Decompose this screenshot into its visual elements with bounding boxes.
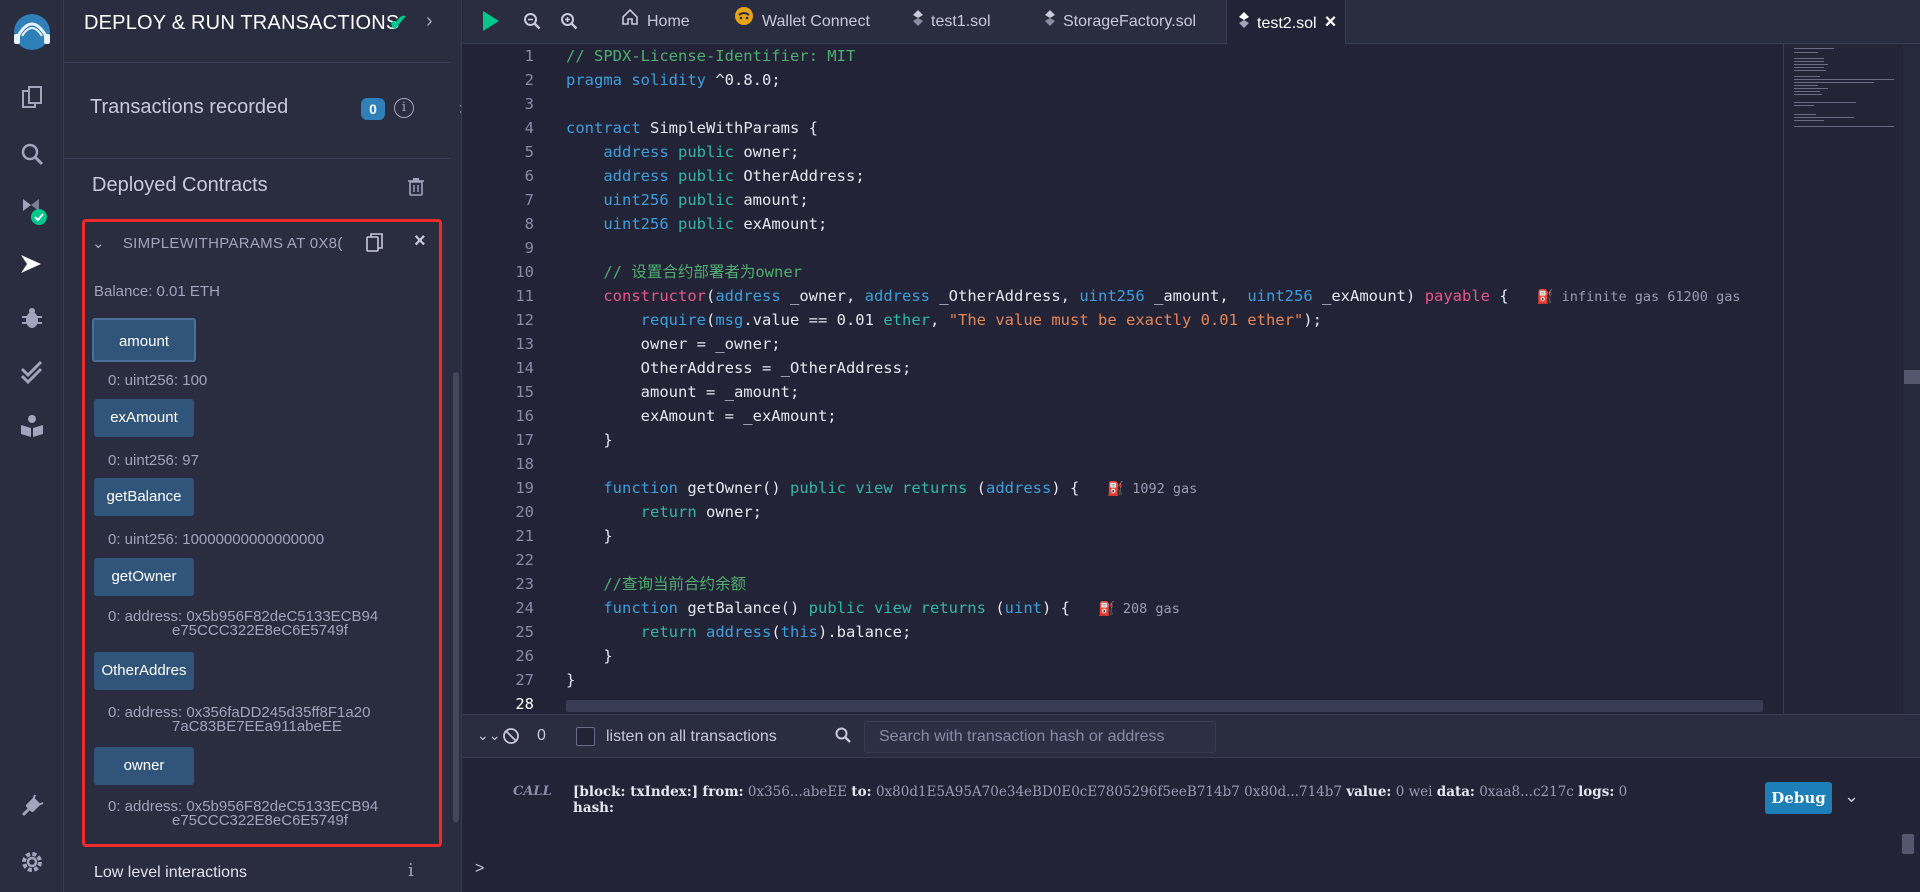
transactions-count-badge: 0 [361, 98, 385, 120]
solidity-icon [1045, 0, 1055, 44]
chevron-right-icon[interactable]: › [426, 10, 433, 33]
gas-estimate: ⛽ 208 gas [1097, 601, 1180, 617]
file-explorer-icon[interactable] [16, 82, 48, 114]
gas-estimate: ⛽ infinite gas 61200 gas [1536, 289, 1741, 305]
editor-horizontal-scrollbar[interactable] [566, 700, 1763, 712]
tab-storagefactory-sol[interactable]: StorageFactory.sol [1031, 0, 1210, 44]
collapse-terminal-icon[interactable]: ⌄⌄ [477, 727, 500, 744]
editor-tabs: Home Wallet Connect test1.sol StorageFac… [463, 0, 1920, 44]
debug-button[interactable]: Debug [1765, 782, 1832, 814]
panel-title: DEPLOY & RUN TRANSACTIONS [84, 12, 400, 34]
remix-logo-icon[interactable] [6, 10, 58, 56]
chevron-right-icon[interactable]: › [459, 98, 461, 119]
transaction-log[interactable]: [block: txIndex:] from: 0x356...abeEE to… [573, 784, 1627, 816]
tab-home[interactable]: Home [607, 0, 704, 44]
run-script-icon[interactable] [481, 10, 501, 37]
transaction-search-input[interactable]: Search with transaction hash or address [864, 721, 1216, 753]
transactions-recorded-label[interactable]: Transactions recorded [90, 96, 288, 119]
chevron-down-icon[interactable]: ⌄ [1844, 786, 1859, 807]
owner-output: 0: address: 0x5b956F82deC5133ECB94 e75CC… [108, 799, 378, 829]
panel-scrollbar[interactable] [453, 372, 459, 822]
clear-console-icon[interactable] [502, 727, 520, 750]
info-icon[interactable]: i [408, 860, 414, 881]
tab-test1-sol[interactable]: test1.sol [899, 0, 1005, 44]
info-icon[interactable]: i [394, 98, 414, 118]
current-line-number: 28 [515, 695, 534, 713]
terminal-output: CALL [block: txIndex:] from: 0x356...abe… [463, 758, 1920, 892]
deployed-contracts-label: Deployed Contracts [92, 174, 268, 196]
listen-all-label: listen on all transactions [606, 728, 777, 745]
zoom-out-icon[interactable] [523, 12, 541, 35]
testing-icon[interactable] [16, 356, 48, 388]
tab-label: StorageFactory.sol [1063, 13, 1197, 31]
solidity-icon [913, 0, 923, 44]
chevron-down-icon[interactable]: ⌄ [92, 234, 105, 252]
solidity-icon [1239, 2, 1249, 46]
examount-button[interactable]: exAmount [94, 399, 194, 437]
otheraddress-output: 0: address: 0x356faDD245d35ff8F1a20 7aC8… [108, 705, 370, 735]
settings-gear-icon[interactable] [16, 846, 48, 878]
deploy-run-panel: DEPLOY & RUN TRANSACTIONS ✔ › Transactio… [64, 0, 462, 892]
tab-label: test1.sol [931, 13, 991, 31]
icon-rail [0, 0, 64, 892]
plugin-manager-icon[interactable] [16, 790, 48, 822]
copy-icon[interactable] [366, 233, 384, 258]
tab-label: Wallet Connect [762, 13, 870, 31]
examount-output: 0: uint256: 97 [108, 452, 199, 469]
editor-scroll-thumb[interactable] [1904, 370, 1920, 384]
learneth-icon[interactable] [16, 410, 48, 442]
terminal-toolbar: ⌄⌄ 0 listen on all transactions Search w… [463, 714, 1920, 758]
divider [64, 158, 450, 159]
search-icon [835, 727, 851, 748]
tab-wallet-connect[interactable]: Wallet Connect [720, 0, 884, 44]
gas-estimate: ⛽ 1092 gas [1107, 481, 1198, 497]
tab-label: Home [647, 13, 690, 31]
code-editor[interactable]: 1// SPDX-License-Identifier: MIT 2 pragma… [463, 44, 1783, 714]
amount-output: 0: uint256: 100 [108, 372, 208, 389]
wallet-connect-icon [734, 0, 754, 44]
zoom-in-icon[interactable] [560, 12, 578, 35]
output-line: e75CCC322E8eC6E5749f [172, 812, 348, 829]
low-level-interactions-label: Low level interactions [94, 864, 247, 881]
getowner-button[interactable]: getOwner [94, 558, 194, 596]
terminal-scrollbar[interactable] [1902, 834, 1914, 854]
output-line: 7aC83BE7EEa911abeEE [172, 718, 342, 735]
divider [64, 62, 450, 63]
check-icon: ✔ [389, 10, 408, 35]
deploy-run-icon[interactable] [16, 248, 48, 280]
getbalance-button[interactable]: getBalance [94, 478, 194, 516]
tab-test2-sol[interactable]: test2.sol × [1226, 0, 1346, 44]
close-icon[interactable]: × [414, 230, 426, 253]
terminal-prompt[interactable]: > [475, 860, 484, 878]
solidity-compiler-icon[interactable] [16, 194, 48, 226]
close-tab-icon[interactable]: × [1325, 11, 1337, 33]
home-icon [621, 0, 639, 44]
pending-tx-count: 0 [537, 727, 546, 744]
search-icon[interactable] [16, 138, 48, 170]
owner-button[interactable]: owner [94, 747, 194, 785]
getbalance-output: 0: uint256: 10000000000000000 [108, 531, 325, 548]
call-label: CALL [513, 784, 552, 799]
debugger-icon[interactable] [16, 302, 48, 334]
code-minimap[interactable] [1783, 44, 1903, 714]
listen-all-checkbox[interactable] [576, 727, 595, 746]
contract-balance: Balance: 0.01 ETH [94, 283, 220, 300]
contract-name: SIMPLEWITHPARAMS AT 0X8( [122, 235, 343, 252]
contract-header[interactable]: ⌄ SIMPLEWITHPARAMS AT 0X8( [92, 234, 343, 252]
otheraddress-button[interactable]: OtherAddres [94, 652, 194, 690]
trash-icon[interactable] [408, 178, 424, 201]
tab-label: test2.sol [1257, 15, 1317, 32]
amount-button[interactable]: amount [92, 318, 196, 362]
getowner-output: 0: address: 0x5b956F82deC5133ECB94 e75CC… [108, 609, 378, 639]
output-line: e75CCC322E8eC6E5749f [172, 622, 348, 639]
